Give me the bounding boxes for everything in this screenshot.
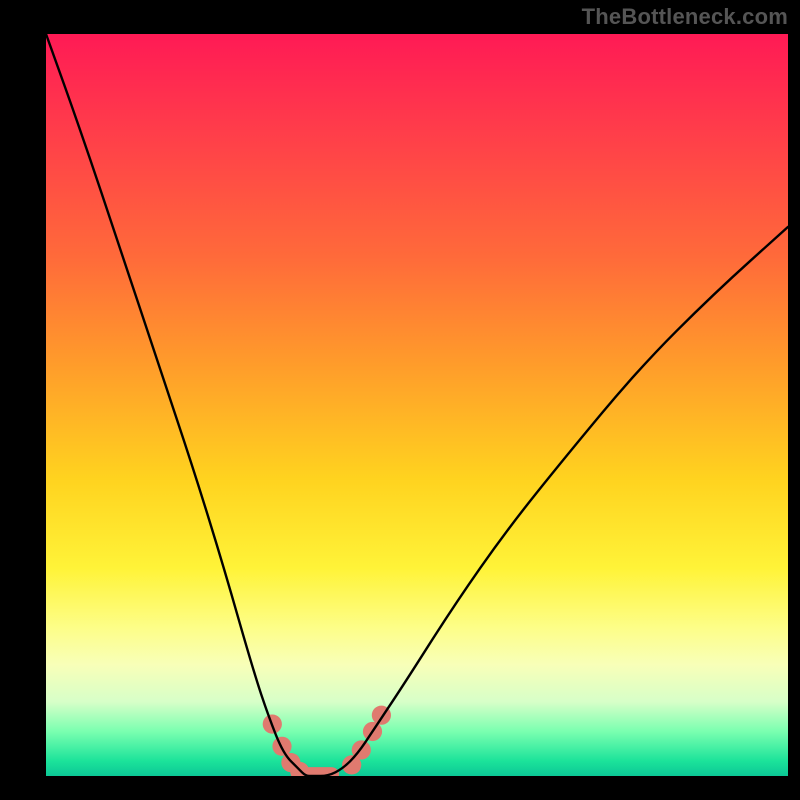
watermark-text: TheBottleneck.com [582,4,788,30]
chart-frame: TheBottleneck.com [0,0,800,800]
chart-overlay-svg [46,34,788,776]
curve-markers [263,706,391,776]
bottleneck-curve [46,34,788,776]
